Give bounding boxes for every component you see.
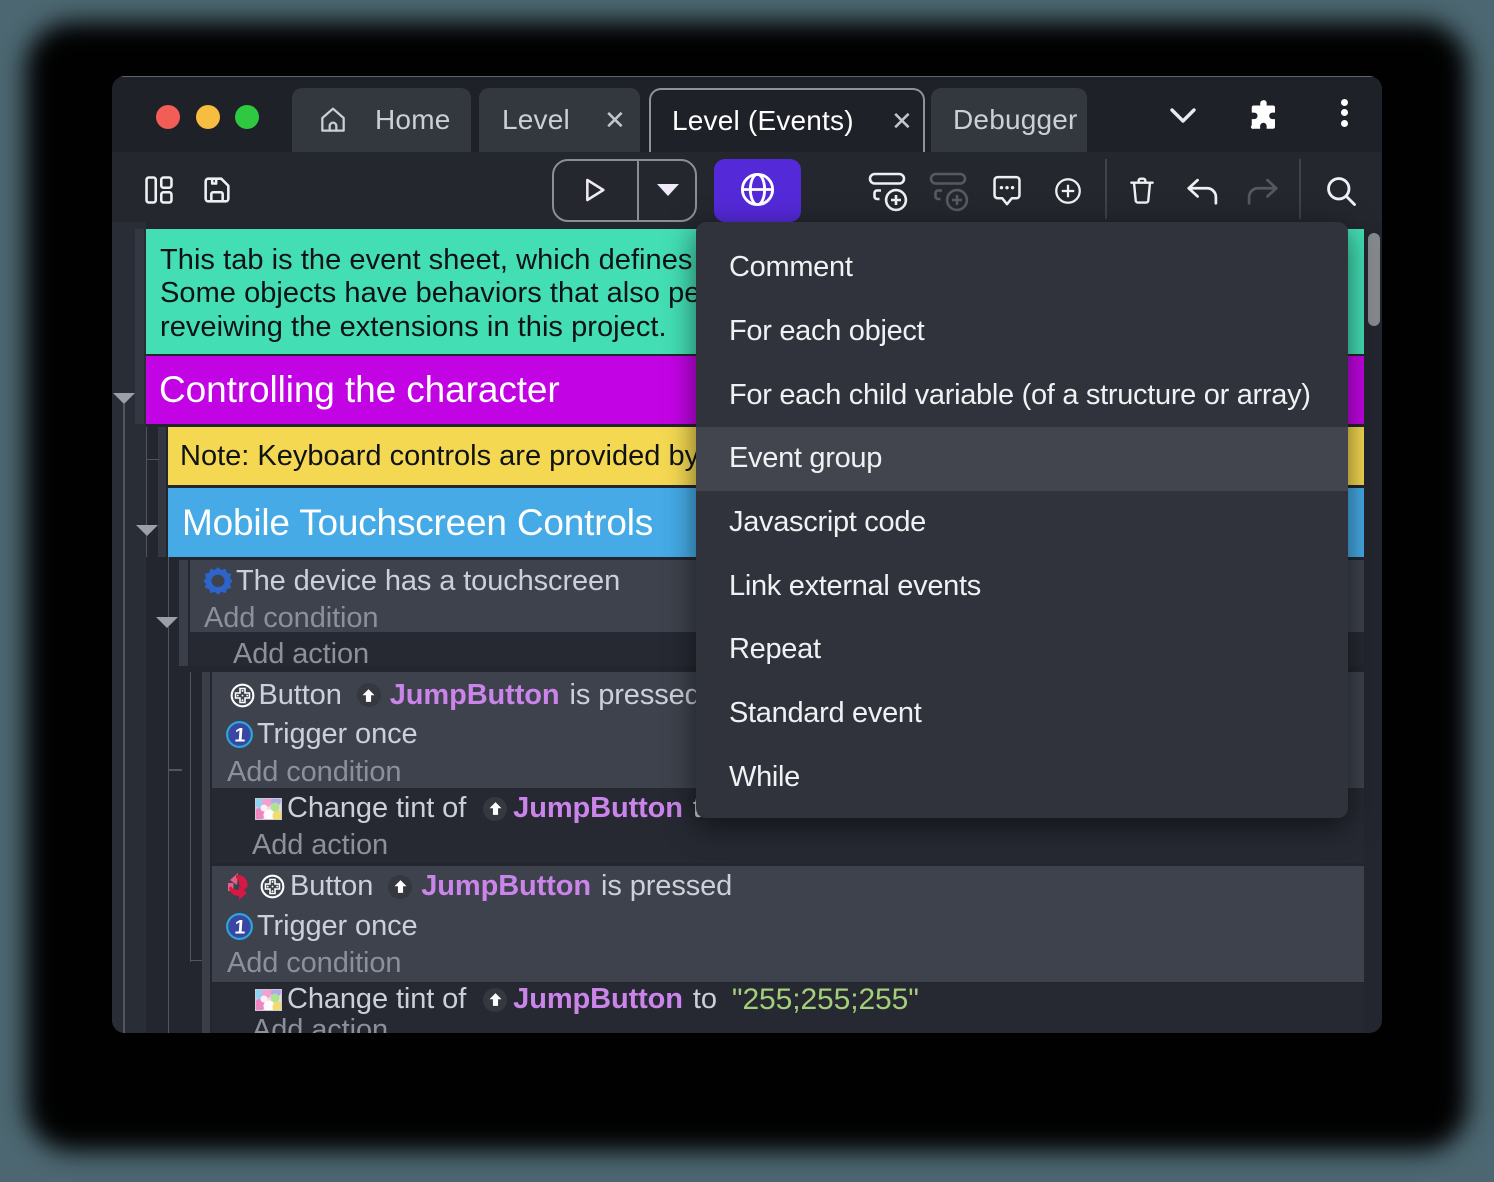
svg-text:1: 1 (234, 724, 247, 746)
svg-text:1: 1 (234, 916, 247, 938)
